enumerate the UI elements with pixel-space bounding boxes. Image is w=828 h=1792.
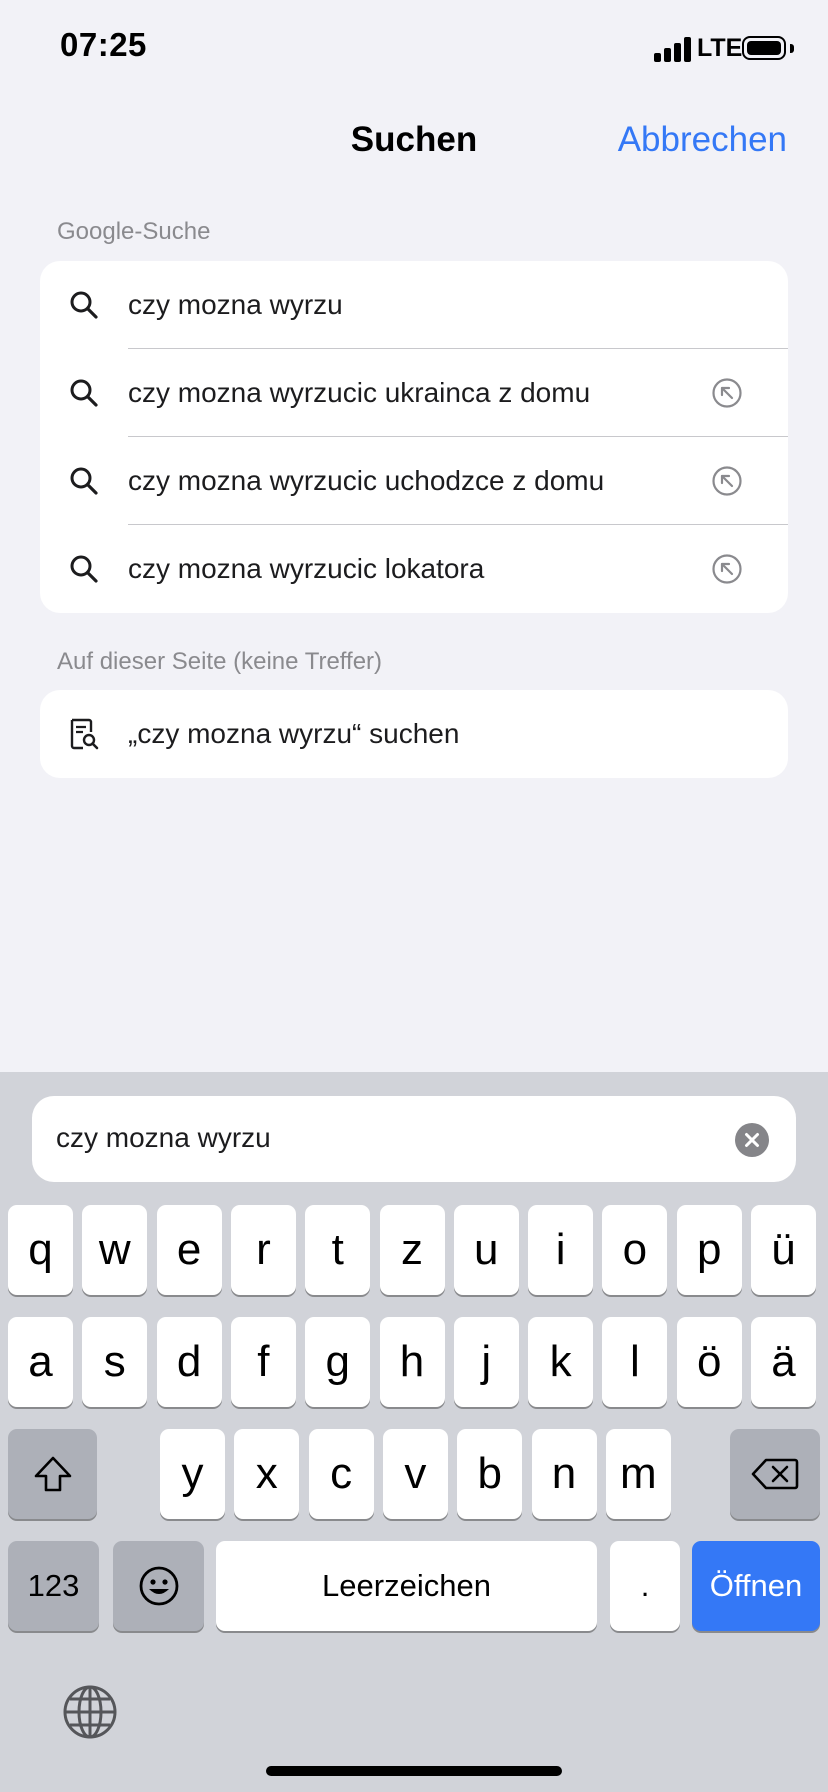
find-on-page-list: „czy mozna wyrzu“ suchen [40, 690, 788, 778]
search-icon [64, 378, 104, 408]
suggestion-row[interactable]: czy mozna wyrzucic ukrainca z domu [40, 349, 788, 437]
search-icon [64, 554, 104, 584]
clear-text-button[interactable] [735, 1123, 769, 1157]
key-i[interactable]: i [528, 1205, 594, 1295]
key-f[interactable]: f [230, 1317, 296, 1407]
key-d[interactable]: d [156, 1317, 222, 1407]
google-search-section-label: Google-Suche [57, 218, 211, 245]
globe-icon[interactable] [62, 1684, 118, 1740]
suggestion-text: czy mozna wyrzucic uchodzce z domu [128, 465, 605, 496]
battery-icon [742, 36, 786, 60]
key-u[interactable]: u [453, 1205, 519, 1295]
key-x[interactable]: x [234, 1429, 300, 1519]
key-n[interactable]: n [531, 1429, 597, 1519]
find-on-page-row[interactable]: „czy mozna wyrzu“ suchen [40, 690, 788, 778]
key-k[interactable]: k [528, 1317, 594, 1407]
suggestion-row[interactable]: czy mozna wyrzu [40, 261, 788, 349]
key-y[interactable]: y [160, 1429, 225, 1519]
search-icon [64, 290, 104, 320]
key-r[interactable]: r [230, 1205, 296, 1295]
key-ö[interactable]: ö [676, 1317, 742, 1407]
suggestion-text: czy mozna wyrzucic ukrainca z domu [128, 377, 591, 408]
key-ä[interactable]: ä [751, 1317, 816, 1407]
key-m[interactable]: m [605, 1429, 671, 1519]
key-a[interactable]: a [8, 1317, 73, 1407]
key-p[interactable]: p [676, 1205, 742, 1295]
google-suggestions-list: czy mozna wyrzu czy mozna wyrzucic ukrai… [40, 261, 788, 613]
delete-icon [751, 1458, 799, 1490]
key-o[interactable]: o [602, 1205, 668, 1295]
network-type: LTE [697, 34, 743, 62]
find-on-page-icon [64, 717, 104, 751]
key-e[interactable]: e [156, 1205, 222, 1295]
go-key[interactable]: Öffnen [692, 1541, 820, 1631]
battery-cap [790, 44, 794, 53]
key-t[interactable]: t [305, 1205, 371, 1295]
key-j[interactable]: j [453, 1317, 519, 1407]
cancel-button[interactable]: Abbrechen [618, 120, 787, 160]
suggestion-row[interactable]: czy mozna wyrzucic lokatora [40, 525, 788, 613]
key-c[interactable]: c [308, 1429, 374, 1519]
suggestion-row[interactable]: czy mozna wyrzucic uchodzce z domu [40, 437, 788, 525]
emoji-key[interactable] [113, 1541, 204, 1631]
search-icon [64, 466, 104, 496]
backspace-key[interactable] [730, 1429, 820, 1519]
period-key[interactable]: . [610, 1541, 680, 1631]
key-h[interactable]: h [379, 1317, 445, 1407]
on-page-section-label: Auf dieser Seite (keine Treffer) [57, 648, 383, 675]
home-indicator [266, 1766, 562, 1776]
suggestion-text: czy mozna wyrzucic lokatora [128, 553, 485, 584]
key-l[interactable]: l [602, 1317, 668, 1407]
close-icon [745, 1133, 759, 1147]
fill-suggestion-arrow-icon[interactable] [710, 464, 744, 498]
search-input-value: czy mozna wyrzu [56, 1122, 271, 1153]
suggestion-text: czy mozna wyrzu [128, 289, 343, 320]
shift-icon [34, 1456, 71, 1492]
fill-suggestion-arrow-icon[interactable] [710, 376, 744, 410]
key-ü[interactable]: ü [751, 1205, 816, 1295]
key-q[interactable]: q [8, 1205, 73, 1295]
fill-suggestion-arrow-icon[interactable] [710, 552, 744, 586]
key-b[interactable]: b [457, 1429, 523, 1519]
space-key[interactable]: Leerzeichen [216, 1541, 597, 1631]
shift-key[interactable] [8, 1429, 97, 1519]
key-z[interactable]: z [379, 1205, 445, 1295]
signal-strength-icon [654, 36, 692, 62]
key-s[interactable]: s [82, 1317, 148, 1407]
status-time: 07:25 [60, 26, 147, 63]
numbers-key[interactable]: 123 [8, 1541, 99, 1631]
emoji-icon [139, 1566, 178, 1606]
find-on-page-text: „czy mozna wyrzu“ suchen [128, 718, 460, 749]
key-g[interactable]: g [305, 1317, 371, 1407]
key-v[interactable]: v [382, 1429, 448, 1519]
key-w[interactable]: w [82, 1205, 148, 1295]
